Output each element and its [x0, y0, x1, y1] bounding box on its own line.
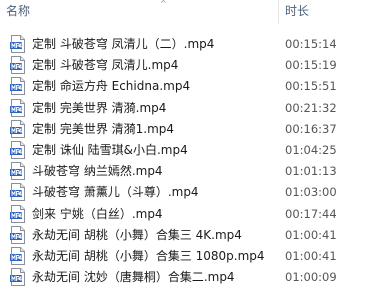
- file-name: 剑来 宁姚（白丝）.mp4: [32, 206, 163, 221]
- file-duration: 01:00:41: [285, 248, 337, 263]
- file-duration: 01:01:13: [285, 164, 337, 179]
- file-name: 永劫无间 胡桃（小舞）合集三 4K.mp4: [32, 227, 242, 242]
- file-duration: 01:03:00: [285, 185, 337, 200]
- file-duration: 00:21:32: [285, 100, 337, 115]
- file-name: 定制 斗破苍穹 凤清儿（二）.mp4: [32, 37, 215, 51]
- mp4-file-icon: [10, 162, 26, 181]
- file-row[interactable]: 永劫无间 胡桃（小舞）合集三 1080p.mp4 01:00:41: [0, 246, 382, 267]
- mp4-file-icon: [10, 119, 26, 138]
- file-row[interactable]: 斗破苍穹 纳兰嫣然.mp4 01:01:13: [0, 161, 382, 182]
- mp4-file-icon: [10, 183, 26, 202]
- file-explorer-list: 名称 ^ 时长 定制 斗破苍穹 凤清儿（二）.mp4 00:15:14 定制 斗破苍…: [0, 0, 382, 298]
- file-row[interactable]: 定制 完美世界 清漪.mp4 00:21:32: [0, 98, 382, 119]
- name-column-header[interactable]: 名称: [6, 3, 30, 19]
- file-row[interactable]: 定制 完美世界 清漪1.mp4 00:16:37: [0, 119, 382, 140]
- file-name: 定制 斗破苍穹 凤清儿.mp4: [32, 58, 179, 73]
- mp4-file-icon: [10, 77, 26, 96]
- file-name: 永劫无间 胡桃（小舞）合集三 1080p.mp4: [32, 248, 265, 263]
- file-name: 定制 完美世界 清漪.mp4: [32, 100, 167, 115]
- file-name: 斗破苍穹 纳兰嫣然.mp4: [32, 164, 163, 179]
- file-name: 斗破苍穹 萧薰儿（斗尊）.mp4: [32, 185, 199, 200]
- file-duration: 01:00:41: [285, 227, 337, 242]
- file-row[interactable]: 定制 斗破苍穹 凤清儿（二）.mp4 00:15:14: [0, 34, 382, 55]
- file-list: 定制 斗破苍穹 凤清儿（二）.mp4 00:15:14 定制 斗破苍穹 凤清儿.mp…: [0, 34, 382, 288]
- file-name: 定制 命运方舟 Echidna.mp4: [32, 79, 191, 94]
- mp4-file-icon: [10, 268, 26, 287]
- mp4-file-icon: [10, 204, 26, 223]
- file-name: 定制 诛仙 陆雪琪&小白.mp4: [32, 142, 188, 157]
- file-row[interactable]: 定制 斗破苍穹 凤清儿.mp4 00:15:19: [0, 55, 382, 76]
- file-row[interactable]: 永劫无间 胡桃（小舞）合集三 4K.mp4 01:00:41: [0, 225, 382, 246]
- file-row[interactable]: 斗破苍穹 萧薰儿（斗尊）.mp4 01:03:00: [0, 182, 382, 203]
- mp4-file-icon: [10, 246, 26, 265]
- file-row[interactable]: 定制 命运方舟 Echidna.mp4 00:15:51: [0, 76, 382, 97]
- sort-indicator: ^: [160, 0, 167, 8]
- mp4-file-icon: [10, 35, 26, 53]
- file-duration: 00:17:44: [285, 206, 337, 221]
- column-header: 名称 ^ 时长: [0, 0, 382, 26]
- file-row[interactable]: 剑来 宁姚（白丝）.mp4 00:17:44: [0, 204, 382, 225]
- file-duration: 01:04:25: [285, 142, 337, 157]
- file-duration: 00:16:37: [285, 121, 337, 136]
- file-name: 永劫无间 沈妙（唐舞桐）合集二.mp4: [32, 270, 235, 285]
- mp4-file-icon: [10, 56, 26, 75]
- duration-column-header[interactable]: 时长: [285, 3, 309, 19]
- file-duration: 00:15:51: [285, 79, 337, 94]
- file-row[interactable]: 永劫无间 沈妙（唐舞桐）合集二.mp4 01:00:09: [0, 267, 382, 288]
- file-name: 定制 完美世界 清漪1.mp4: [32, 121, 175, 136]
- file-duration: 00:15:19: [285, 58, 337, 73]
- column-separator[interactable]: [278, 0, 279, 24]
- mp4-file-icon: [10, 140, 26, 159]
- file-duration: 00:15:14: [285, 37, 337, 51]
- file-duration: 01:00:09: [285, 270, 337, 285]
- mp4-file-icon: [10, 225, 26, 244]
- mp4-file-icon: [10, 98, 26, 117]
- file-row[interactable]: 定制 诛仙 陆雪琪&小白.mp4 01:04:25: [0, 140, 382, 161]
